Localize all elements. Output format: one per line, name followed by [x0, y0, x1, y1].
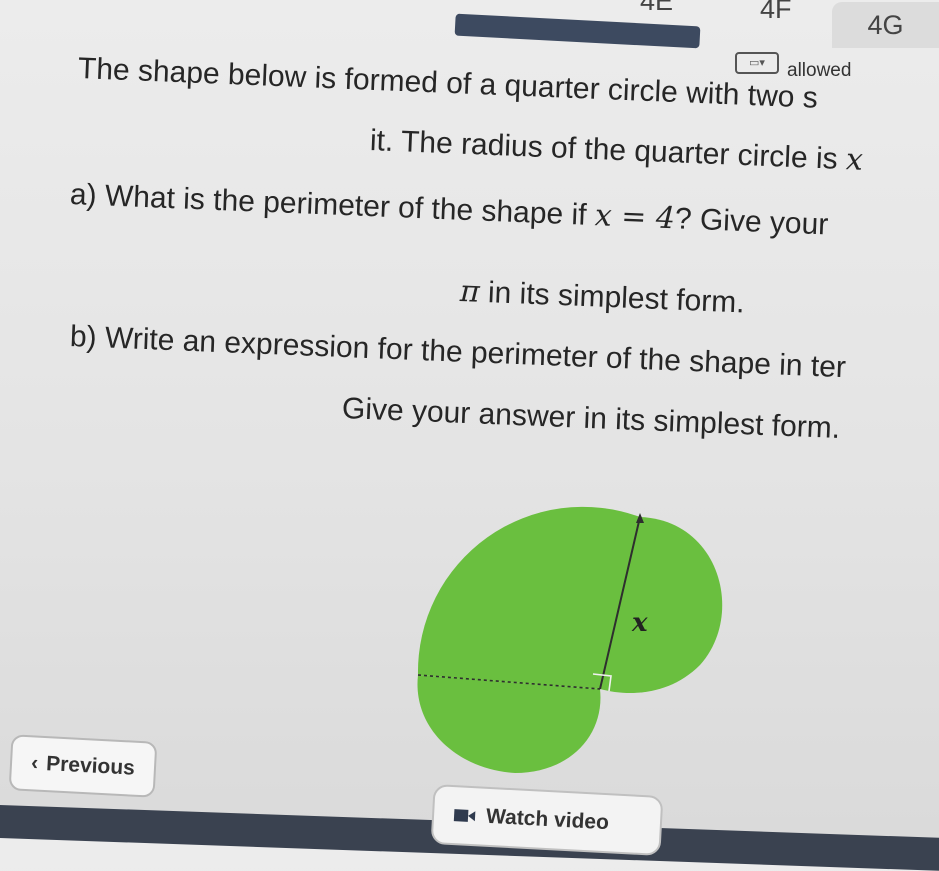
question-line-2: it. The radius of the quarter circle is …: [369, 123, 863, 178]
question-line-2-text: it. The radius of the quarter circle is: [369, 124, 847, 177]
variable-x: x: [845, 142, 864, 178]
previous-button[interactable]: ‹ Previous: [8, 734, 158, 798]
part-a-line-2-text: in its simplest form.: [479, 275, 746, 320]
part-a-math: x = 4: [594, 198, 676, 237]
part-b-line-2: Give your answer in its simplest form.: [341, 392, 841, 445]
watch-video-label: Watch video: [485, 804, 610, 835]
part-b-line-1: b) Write an expression for the perimeter…: [69, 320, 847, 385]
quarter-circle-shape: [417, 506, 723, 773]
part-a-text-end: ? Give your: [674, 202, 829, 242]
part-a-line-2: π in its simplest form.: [459, 274, 745, 320]
chevron-left-icon: ‹: [30, 751, 39, 775]
watch-video-button[interactable]: Watch video: [430, 784, 664, 856]
shape-diagram: x: [417, 506, 723, 773]
previous-button-label: Previous: [45, 752, 136, 780]
question-text: The shape below is formed of a quarter c…: [0, 0, 939, 480]
video-icon: [453, 809, 469, 822]
pi-symbol: π: [459, 274, 481, 310]
question-line-1: The shape below is formed of a quarter c…: [77, 52, 819, 115]
part-a-line-1: a) What is the perimeter of the shape if…: [69, 177, 829, 242]
radius-label: x: [631, 608, 648, 638]
part-a-text: a) What is the perimeter of the shape if: [69, 178, 596, 233]
